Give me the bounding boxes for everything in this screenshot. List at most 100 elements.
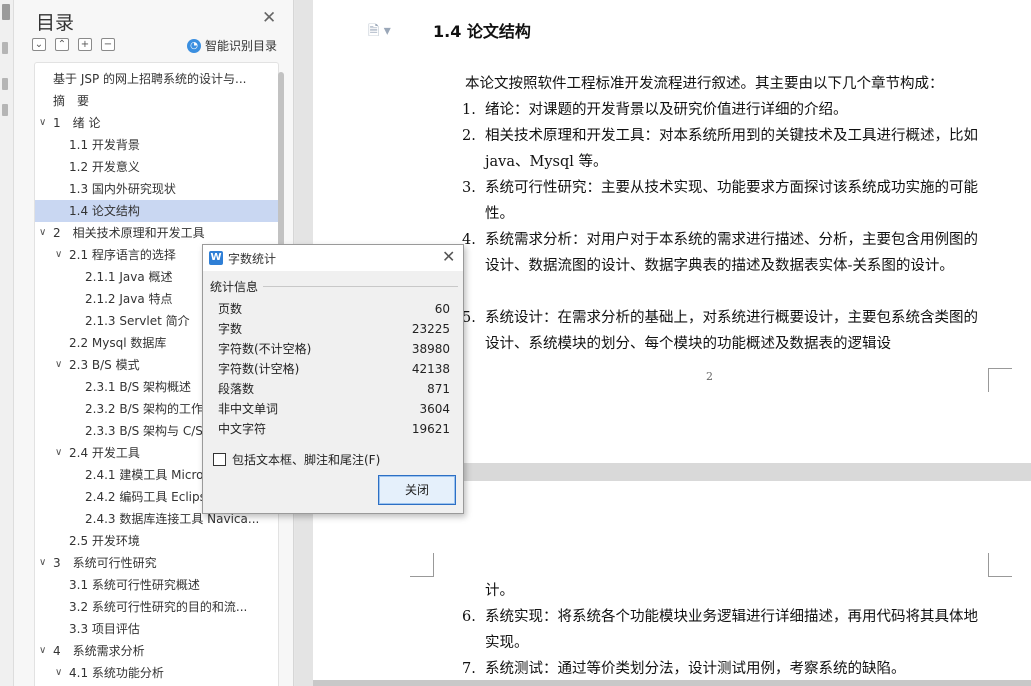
chevron-down-icon[interactable]: ∨: [39, 640, 46, 662]
stat-value: 19621: [411, 422, 450, 436]
toc-item-label: 3.1 系统可行性研究概述: [69, 578, 200, 592]
toc-item-label: 3 系统可行性研究: [53, 556, 157, 570]
toc-item[interactable]: 摘 要: [35, 90, 278, 112]
include-textboxes-option[interactable]: 包括文本框、脚注和尾注(F): [213, 451, 380, 468]
chevron-down-icon[interactable]: ∨: [55, 442, 62, 464]
dialog-title: 字数统计: [228, 252, 277, 266]
toc-item[interactable]: ∨ 4.1 系统功能分析: [35, 662, 278, 684]
strip-tab[interactable]: [2, 104, 8, 116]
toc-item-label: 4.1 系统功能分析: [69, 666, 164, 680]
toc-item[interactable]: 1.2 开发意义: [35, 156, 278, 178]
stat-value: 42138: [411, 362, 450, 376]
list-number: 3.: [462, 180, 476, 196]
stat-label: 页数: [218, 302, 243, 316]
toc-item-label: 3.3 项目评估: [69, 622, 140, 636]
toc-item[interactable]: 2.5 开发环境: [35, 530, 278, 552]
toc-item-label: 基于 JSP 的网上招聘系统的设计与...: [53, 72, 247, 86]
wps-app-icon: W: [209, 251, 223, 265]
stat-label: 字符数(计空格): [218, 362, 300, 376]
stat-row: 字数 23225: [218, 319, 450, 339]
stat-value: 3604: [419, 402, 450, 416]
list-text: 绪论：对课题的开发背景以及研究价值进行详细的介绍。: [485, 102, 848, 118]
toc-item[interactable]: 3.2 系统可行性研究的目的和流...: [35, 596, 278, 618]
page-corner-mark: [988, 368, 1012, 392]
close-icon[interactable]: ✕: [442, 247, 455, 266]
collapse-all-icon[interactable]: ⌃: [55, 38, 69, 51]
toc-item[interactable]: 1.3 国内外研究现状: [35, 178, 278, 200]
stat-row: 字符数(不计空格) 38980: [218, 339, 450, 359]
toc-item[interactable]: 3.1 系统可行性研究概述: [35, 574, 278, 596]
smart-toc-label: 智能识别目录: [205, 39, 278, 53]
list-text: 相关技术原理和开发工具：对本系统所用到的关键技术及工具进行概述，比如 java、…: [485, 128, 978, 170]
stat-value: 60: [434, 302, 450, 316]
document-icon[interactable]: 🗎 ▾: [368, 20, 391, 44]
toc-item[interactable]: ∨ 4 系统需求分析: [35, 640, 278, 662]
dialog-titlebar[interactable]: W 字数统计 ✕: [203, 245, 463, 271]
stat-label: 字符数(不计空格): [218, 342, 312, 356]
toc-item-label: 2.1.3 Servlet 简介: [85, 314, 190, 328]
include-textboxes-checkbox[interactable]: [213, 453, 226, 466]
toc-item[interactable]: 3.3 项目评估: [35, 618, 278, 640]
stat-row: 页数 60: [218, 299, 450, 319]
toc-item-label: 1.2 开发意义: [69, 160, 140, 174]
toc-item-label: 4 系统需求分析: [53, 644, 145, 658]
toc-item-label: 2.3 B/S 模式: [69, 358, 140, 372]
toc-item-label: 2 相关技术原理和开发工具: [53, 226, 205, 240]
left-strip: [0, 0, 14, 686]
toc-item[interactable]: ∨ 1 绪 论: [35, 112, 278, 134]
stat-row: 非中文单词 3604: [218, 399, 450, 419]
remove-icon[interactable]: −: [101, 38, 115, 51]
toc-item[interactable]: 1.1 开发背景: [35, 134, 278, 156]
stat-row: 字符数(计空格) 42138: [218, 359, 450, 379]
expand-all-icon[interactable]: ⌄: [32, 38, 46, 51]
toc-title: 目录: [36, 12, 75, 34]
include-textboxes-label: 包括文本框、脚注和尾注(F): [232, 453, 381, 467]
toc-item[interactable]: 1.4 论文结构: [35, 200, 278, 222]
list-number: 6.: [462, 609, 476, 625]
close-icon[interactable]: ✕: [262, 8, 276, 28]
stat-label: 非中文单词: [218, 402, 279, 416]
toc-item[interactable]: ∨ 2 相关技术原理和开发工具: [35, 222, 278, 244]
section-divider: [263, 286, 458, 287]
smart-toc-icon: ◔: [187, 38, 201, 53]
list-number: 2.: [462, 128, 476, 144]
stats-list: 页数 60 字数 23225 字符数(不计空格) 38980 字符数(计空格) 42138 段落…: [218, 299, 450, 439]
stat-label: 中文字符: [218, 422, 267, 436]
page-corner-mark: [410, 553, 434, 577]
list-text: 系统实现：将系统各个功能模块业务逻辑进行详细描述，再用代码将其具体地实现。: [485, 609, 978, 651]
stat-value: 871: [427, 382, 450, 396]
strip-tab[interactable]: [2, 78, 8, 90]
stat-value: 23225: [411, 322, 450, 336]
stat-label: 段落数: [218, 382, 255, 396]
chevron-down-icon[interactable]: ∨: [39, 112, 46, 134]
toc-item-label: 1 绪 论: [53, 116, 101, 130]
toc-item-label: 2.1.2 Java 特点: [85, 292, 173, 306]
horizontal-scrollbar[interactable]: [313, 680, 1031, 686]
strip-tab[interactable]: [2, 42, 8, 54]
list-text: 系统设计：在需求分析的基础上，对系统进行概要设计，主要包系统含类图的设计、系统模…: [485, 310, 978, 352]
page-corner-mark: [988, 553, 1012, 577]
chevron-down-icon[interactable]: ∨: [55, 354, 62, 376]
chevron-down-icon[interactable]: ∨: [39, 222, 46, 244]
word-count-dialog: W 字数统计 ✕ 统计信息 页数 60 字数 23225 字符数(不计空格) 38980 字…: [202, 244, 464, 514]
toc-item-label: 2.4.3 数据库连接工具 Navica...: [85, 512, 260, 526]
list-text: 计。: [485, 583, 514, 599]
toc-item-label: 1.3 国内外研究现状: [69, 182, 176, 196]
add-icon[interactable]: +: [78, 38, 92, 51]
stat-row: 中文字符 19621: [218, 419, 450, 439]
list-text: 系统可行性研究：主要从技术实现、功能要求方面探讨该系统成功实施的可能性。: [485, 180, 978, 222]
close-button[interactable]: 关闭: [378, 475, 456, 505]
smart-toc-button[interactable]: ◔ 智能识别目录: [187, 37, 277, 54]
strip-tab[interactable]: [2, 4, 10, 20]
chevron-down-icon[interactable]: ∨: [39, 552, 46, 574]
list-number: 7.: [462, 661, 476, 677]
chevron-down-icon[interactable]: ∨: [55, 662, 62, 684]
list-text: 系统测试：通过等价类划分法，设计测试用例，考察系统的缺陷。: [485, 661, 906, 677]
toc-item[interactable]: 基于 JSP 的网上招聘系统的设计与...: [35, 68, 278, 90]
toc-item-label: 2.3.1 B/S 架构概述: [85, 380, 192, 394]
toc-item[interactable]: ∨ 3 系统可行性研究: [35, 552, 278, 574]
toc-item-label: 2.1 程序语言的选择: [69, 248, 176, 262]
toc-item-label: 2.5 开发环境: [69, 534, 140, 548]
intro-paragraph: 本论文按照软件工程标准开发流程进行叙述。其主要由以下几个章节构成：: [465, 76, 944, 92]
chevron-down-icon[interactable]: ∨: [55, 244, 62, 266]
